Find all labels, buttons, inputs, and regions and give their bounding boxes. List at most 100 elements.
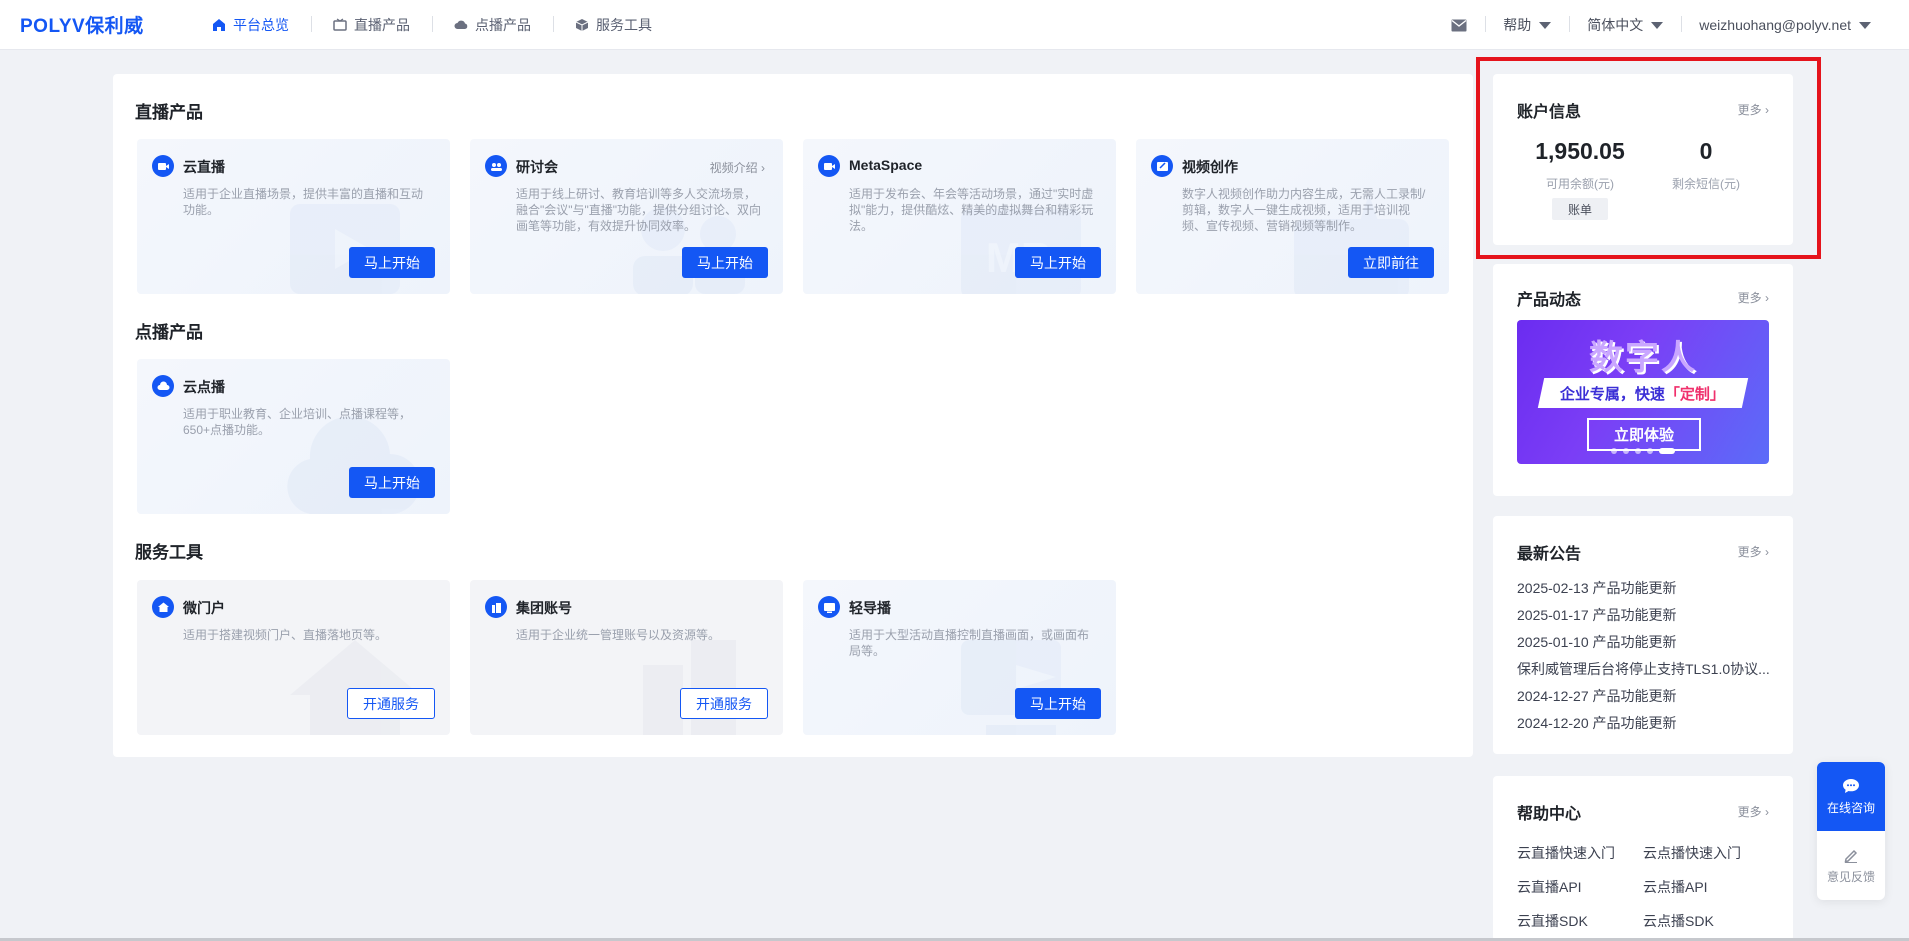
group-icon bbox=[485, 155, 507, 177]
announcements-title: 最新公告 bbox=[1517, 546, 1582, 563]
card-title: 集团账号 bbox=[516, 600, 572, 616]
chat-icon bbox=[1843, 778, 1859, 793]
section-title-tools: 服务工具 bbox=[135, 543, 203, 562]
card-title: 云直播 bbox=[183, 159, 225, 175]
polyv-logo[interactable]: POLYV保利威 bbox=[20, 11, 144, 38]
announcement-item[interactable]: 2025-01-10 产品功能更新 bbox=[1517, 632, 1773, 652]
card-micro-portal[interactable]: 微门户 适用于搭建视频门户、直播落地页等。 开通服务 bbox=[137, 580, 450, 735]
card-description: 适用于大型活动直播控制直播画面，或画面布局等。 bbox=[849, 628, 1090, 658]
nav-live-products[interactable]: 直播产品 bbox=[311, 0, 432, 50]
card-seminar[interactable]: 研讨会 视频介绍 › 适用于线上研讨、教育培训等多人交流场景，融合"会议"与"直… bbox=[470, 139, 783, 294]
card-title: 视频创作 bbox=[1182, 159, 1238, 175]
digital-human-banner[interactable]: 数字人 企业专属，快速「定制」 立即体验 bbox=[1517, 320, 1769, 464]
card-description: 适用于发布会、年会等活动场景，通过"实时虚拟"能力，提供酷炫、精美的虚拟舞台和精… bbox=[849, 187, 1094, 233]
help-link[interactable]: 云点播SDK bbox=[1643, 911, 1714, 931]
announcement-item[interactable]: 2025-01-17 产品功能更新 bbox=[1517, 605, 1773, 625]
card-cloud-vod[interactable]: 云点播 适用于职业教育、企业培训、点播课程等，650+点播功能。 马上开始 bbox=[137, 359, 450, 514]
banner-slogan-text: 企业专属，快速 bbox=[1560, 385, 1666, 403]
user-email: weizhuohang@polyv.net bbox=[1699, 17, 1851, 33]
help-center-more-link[interactable]: 更多 › bbox=[1738, 803, 1769, 820]
start-button[interactable]: 马上开始 bbox=[1015, 688, 1101, 719]
home-icon bbox=[152, 596, 174, 618]
chevron-down-icon bbox=[1539, 21, 1552, 29]
online-consult-button[interactable]: 在线咨询 bbox=[1817, 762, 1885, 831]
card-metaspace[interactable]: MR MetaSpace 适用于发布会、年会等活动场景，通过"实时虚拟"能力，提… bbox=[803, 139, 1116, 294]
banner-cta-button[interactable]: 立即体验 bbox=[1587, 418, 1701, 451]
video-intro-link[interactable]: 视频介绍 › bbox=[710, 159, 765, 176]
floating-support-widget: 在线咨询 意见反馈 bbox=[1817, 762, 1885, 900]
card-video-creation[interactable]: 视频创作 数字人视频创作助力内容生成，无需人工录制/剪辑，数字人一键生成视频，适… bbox=[1136, 139, 1449, 294]
section-title-vod: 点播产品 bbox=[135, 323, 203, 342]
card-description: 适用于企业统一管理账号以及资源等。 bbox=[516, 628, 721, 642]
more-label: 更多 bbox=[1737, 545, 1762, 559]
nav-platform-overview[interactable]: 平台总览 bbox=[190, 0, 311, 50]
nav-vod-products[interactable]: 点播产品 bbox=[432, 0, 553, 50]
cloud-icon bbox=[454, 20, 468, 29]
carousel-dot[interactable] bbox=[1623, 448, 1629, 454]
start-button[interactable]: 马上开始 bbox=[682, 247, 768, 278]
announcement-item[interactable]: 2024-12-27 产品功能更新 bbox=[1517, 686, 1773, 706]
help-link[interactable]: 云点播快速入门 bbox=[1643, 843, 1741, 863]
language-label: 简体中文 bbox=[1587, 17, 1644, 33]
tv-icon bbox=[333, 18, 347, 31]
banner-slogan: 企业专属，快速「定制」 bbox=[1537, 378, 1749, 408]
announcement-item[interactable]: 2025-02-13 产品功能更新 bbox=[1517, 578, 1773, 598]
start-button[interactable]: 马上开始 bbox=[349, 467, 435, 498]
carousel-dot-active[interactable] bbox=[1659, 448, 1675, 454]
mail-icon bbox=[1451, 19, 1467, 31]
banner-slogan-highlight: 「定制」 bbox=[1665, 385, 1726, 403]
home-icon bbox=[213, 19, 225, 31]
top-navbar: POLYV保利威 平台总览 直播产品 点播产品 服务工具 帮助 简体中文 wei… bbox=[0, 0, 1909, 50]
section-title-live: 直播产品 bbox=[135, 103, 203, 122]
carousel-dot[interactable] bbox=[1635, 448, 1641, 454]
message-button[interactable] bbox=[1433, 0, 1485, 50]
announcement-item[interactable]: 2024-12-20 产品功能更新 bbox=[1517, 713, 1773, 733]
cloud-upload-icon bbox=[152, 375, 174, 397]
nav-service-tools[interactable]: 服务工具 bbox=[553, 0, 674, 50]
nav-label: 点播产品 bbox=[475, 17, 531, 33]
product-news-more-link[interactable]: 更多 › bbox=[1738, 289, 1769, 306]
card-description: 适用于搭建视频门户、直播落地页等。 bbox=[183, 628, 388, 642]
start-button[interactable]: 马上开始 bbox=[1015, 247, 1101, 278]
card-description: 数字人视频创作助力内容生成，无需人工录制/剪辑，数字人一键生成视频，适用于培训视… bbox=[1182, 187, 1426, 233]
announcements-more-link[interactable]: 更多 › bbox=[1738, 543, 1769, 560]
video-cam-icon bbox=[818, 155, 840, 177]
live-camera-icon bbox=[152, 155, 174, 177]
help-link[interactable]: 云直播SDK bbox=[1517, 911, 1588, 931]
help-link[interactable]: 云直播API bbox=[1517, 877, 1582, 897]
card-title: MetaSpace bbox=[849, 157, 923, 173]
highlight-box bbox=[1476, 57, 1821, 259]
pencil-icon bbox=[1844, 849, 1858, 863]
products-panel: 直播产品 云直播 适用于企业直播场景，提供丰富的直播和互动功能。 马上开始 研讨… bbox=[113, 74, 1473, 757]
nav-label: 服务工具 bbox=[596, 17, 652, 33]
card-group-account[interactable]: 集团账号 适用于企业统一管理账号以及资源等。 开通服务 bbox=[470, 580, 783, 735]
feedback-button[interactable]: 意见反馈 bbox=[1817, 831, 1885, 900]
announcement-item[interactable]: 保利威管理后台将停止支持TLS1.0协议... bbox=[1517, 659, 1773, 679]
help-link[interactable]: 云直播快速入门 bbox=[1517, 843, 1615, 863]
carousel-dot[interactable] bbox=[1611, 448, 1617, 454]
card-description: 适用于线上研讨、教育培训等多人交流场景，融合"会议"与"直播"功能，提供分组讨论… bbox=[516, 187, 762, 233]
more-label: 更多 bbox=[1737, 291, 1762, 305]
banner-pagination bbox=[1517, 448, 1769, 454]
activate-service-button[interactable]: 开通服务 bbox=[347, 688, 435, 719]
carousel-dot[interactable] bbox=[1647, 448, 1653, 454]
main-nav: 平台总览 直播产品 点播产品 服务工具 bbox=[190, 0, 674, 50]
card-title: 研讨会 bbox=[516, 159, 558, 175]
go-now-button[interactable]: 立即前往 bbox=[1348, 247, 1434, 278]
consult-label: 在线咨询 bbox=[1826, 800, 1875, 815]
box-icon bbox=[575, 19, 589, 31]
card-light-director[interactable]: 轻导播 适用于大型活动直播控制直播画面，或画面布局等。 马上开始 bbox=[803, 580, 1116, 735]
language-dropdown[interactable]: 简体中文 bbox=[1569, 0, 1681, 50]
user-dropdown[interactable]: weizhuohang@polyv.net bbox=[1681, 0, 1889, 50]
help-dropdown[interactable]: 帮助 bbox=[1485, 0, 1569, 50]
help-link[interactable]: 云点播API bbox=[1643, 877, 1708, 897]
building-icon bbox=[485, 596, 507, 618]
start-button[interactable]: 马上开始 bbox=[349, 247, 435, 278]
chevron-down-icon bbox=[1651, 21, 1664, 29]
monitor-icon bbox=[818, 596, 840, 618]
card-title: 云点播 bbox=[183, 379, 225, 395]
help-center-title: 帮助中心 bbox=[1517, 806, 1582, 823]
card-cloud-live[interactable]: 云直播 适用于企业直播场景，提供丰富的直播和互动功能。 马上开始 bbox=[137, 139, 450, 294]
activate-service-button[interactable]: 开通服务 bbox=[680, 688, 768, 719]
nav-label: 直播产品 bbox=[354, 17, 410, 33]
